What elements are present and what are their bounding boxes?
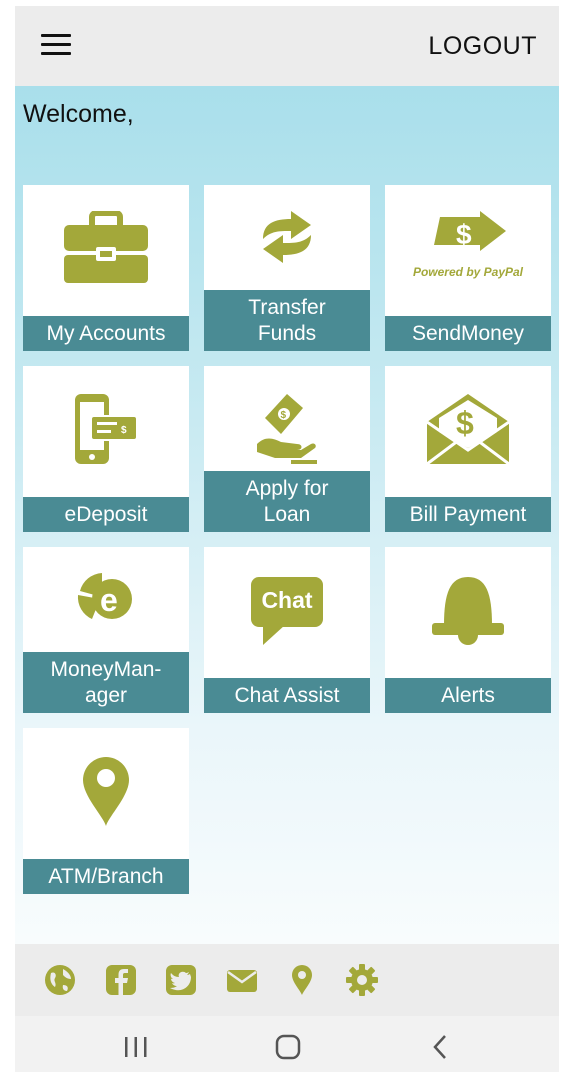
tile-my-accounts[interactable]: My Accounts bbox=[23, 185, 189, 351]
transfer-arrows-icon bbox=[204, 209, 370, 265]
tile-bill-payment[interactable]: $ Bill Payment bbox=[385, 366, 551, 532]
tile-alerts[interactable]: Alerts bbox=[385, 547, 551, 713]
envelope-dollar-icon: $ bbox=[385, 392, 551, 466]
svg-text:e: e bbox=[100, 582, 118, 618]
hamburger-icon[interactable] bbox=[41, 34, 71, 56]
hand-money-icon: $ bbox=[204, 392, 370, 466]
tile-label: Bill Payment bbox=[385, 497, 551, 532]
tile-atm-branch[interactable]: ATM/Branch bbox=[23, 728, 189, 894]
tile-label: Transfer Funds bbox=[204, 290, 370, 351]
facebook-icon[interactable] bbox=[104, 963, 138, 997]
paypal-logo: Powered by PayPal bbox=[412, 265, 524, 279]
svg-text:$: $ bbox=[121, 425, 127, 436]
tile-label: ATM/Branch bbox=[23, 859, 189, 894]
mail-icon[interactable] bbox=[225, 963, 259, 997]
svg-text:$: $ bbox=[456, 405, 474, 441]
back-icon[interactable] bbox=[430, 1034, 450, 1065]
briefcase-icon bbox=[23, 211, 189, 285]
tile-label: My Accounts bbox=[23, 316, 189, 351]
chat-icon-text: Chat bbox=[261, 587, 313, 613]
home-icon[interactable] bbox=[274, 1033, 302, 1066]
tile-apply-for-loan[interactable]: $ Apply for Loan bbox=[204, 366, 370, 532]
app-screen: LOGOUT Welcome, My Accounts Transfer Fun… bbox=[15, 6, 559, 1072]
tile-label: Apply for Loan bbox=[204, 471, 370, 532]
footer-bar bbox=[15, 944, 559, 1016]
tile-edeposit[interactable]: $ eDeposit bbox=[23, 366, 189, 532]
svg-text:$: $ bbox=[456, 219, 472, 250]
gear-icon[interactable] bbox=[345, 963, 379, 997]
recent-apps-icon[interactable] bbox=[123, 1035, 149, 1064]
map-pin-icon bbox=[23, 754, 189, 828]
tile-send-money[interactable]: $ Powered by PayPal SendMoney bbox=[385, 185, 551, 351]
bell-icon bbox=[385, 573, 551, 647]
tile-label: Chat Assist bbox=[204, 678, 370, 713]
tile-label: eDeposit bbox=[23, 497, 189, 532]
welcome-text: Welcome, bbox=[23, 100, 134, 128]
globe-icon[interactable] bbox=[43, 963, 77, 997]
svg-text:$: $ bbox=[281, 410, 287, 421]
tile-label: MoneyMan-ager bbox=[23, 652, 189, 713]
dashboard-content: Welcome, My Accounts Transfer Funds $ Po… bbox=[15, 86, 559, 944]
location-icon[interactable] bbox=[285, 963, 319, 997]
tile-money-manager[interactable]: e MoneyMan-ager bbox=[23, 547, 189, 713]
tile-label: SendMoney bbox=[385, 316, 551, 351]
top-bar: LOGOUT bbox=[15, 6, 559, 86]
mobile-check-deposit-icon: $ bbox=[23, 392, 189, 466]
logout-button[interactable]: LOGOUT bbox=[428, 32, 537, 61]
tile-label: Alerts bbox=[385, 678, 551, 713]
tile-chat-assist[interactable]: Chat Chat Assist bbox=[204, 547, 370, 713]
money-manager-pie-icon: e bbox=[23, 569, 189, 625]
twitter-icon[interactable] bbox=[164, 963, 198, 997]
system-navigation-bar bbox=[15, 1016, 559, 1072]
tile-transfer-funds[interactable]: Transfer Funds bbox=[204, 185, 370, 351]
